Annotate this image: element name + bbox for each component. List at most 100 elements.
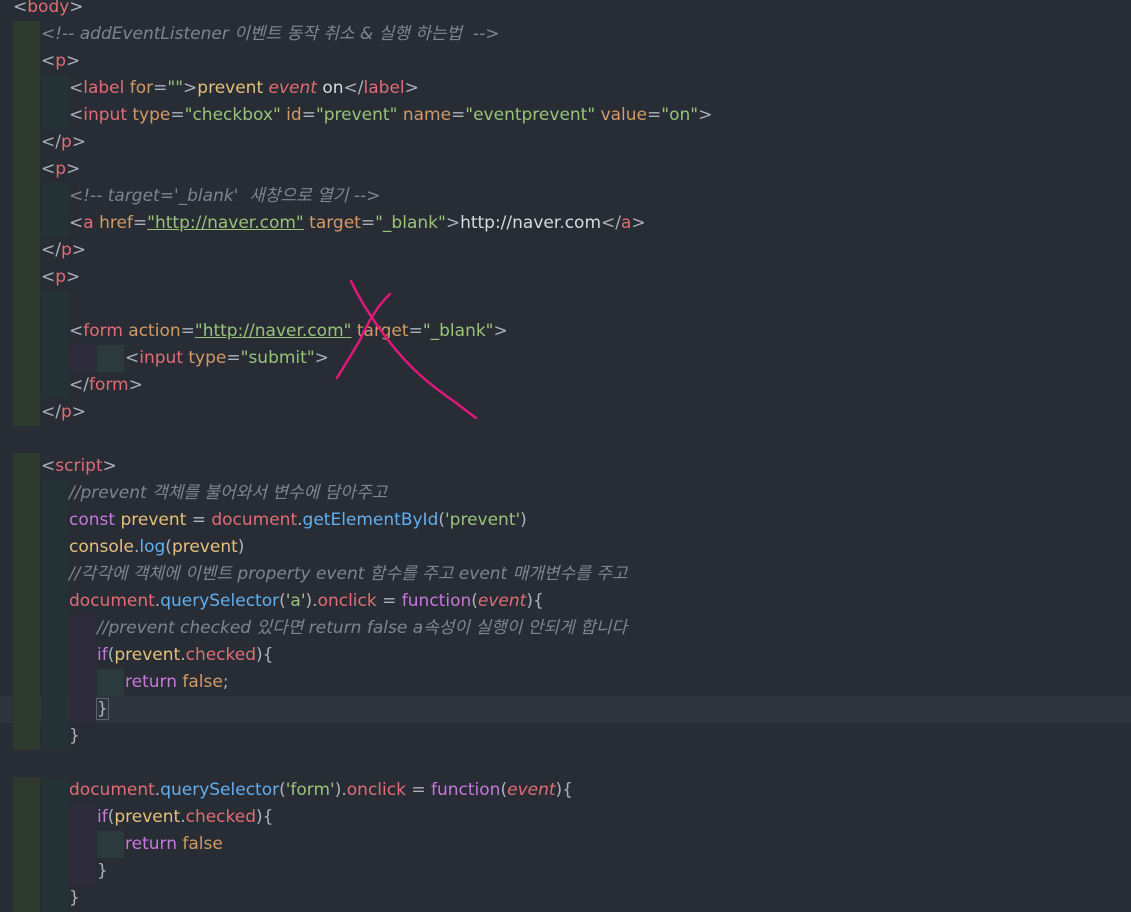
code-text: </p></p>: [41, 240, 87, 260]
indent-guide: [41, 507, 68, 534]
indent-guide: [13, 237, 40, 264]
code-text: </p></p>: [41, 132, 87, 152]
code-line[interactable]: </form></form>: [0, 372, 1131, 399]
code-line[interactable]: //prevent checked 있다면 return false a속성이 …: [0, 615, 1131, 642]
indent-guide: [13, 183, 40, 210]
indent-guide: [13, 588, 40, 615]
code-line[interactable]: <!-- addEventListener 이벤트 동작 취소 & 실행 하는법…: [0, 21, 1131, 48]
code-line[interactable]: return false;return false;: [0, 669, 1131, 696]
code-line[interactable]: <p><p>: [0, 264, 1131, 291]
code-line[interactable]: document.querySelector('form').onclick =…: [0, 777, 1131, 804]
code-line[interactable]: }}: [0, 858, 1131, 885]
code-text: }}: [96, 698, 109, 720]
indent-guide: [13, 75, 40, 102]
indent-guide: [41, 804, 68, 831]
code-line[interactable]: <p><p>: [0, 156, 1131, 183]
code-text: <input type="submit"><input type="submit…: [125, 348, 329, 368]
indent-guide: [41, 858, 68, 885]
indent-guide: [41, 372, 68, 399]
indent-guide: [13, 534, 40, 561]
indent-guide: [13, 291, 40, 318]
code-text: <form action="http://naver.com" target="…: [69, 321, 508, 341]
code-text: return false;return false;: [125, 672, 229, 692]
code-line[interactable]: </p></p>: [0, 399, 1131, 426]
indent-guide: [41, 588, 68, 615]
code-line[interactable]: <p><p>: [0, 48, 1131, 75]
code-line[interactable]: </p></p>: [0, 129, 1131, 156]
code-line[interactable]: [0, 426, 1131, 453]
code-text: //prevent 객체를 불어와서 변수에 담아주고//prevent 객체를…: [69, 483, 388, 503]
indent-guide: [69, 345, 96, 372]
code-line[interactable]: <label for="">prevent event on</label><l…: [0, 75, 1131, 102]
indent-guide: [97, 669, 124, 696]
code-text: }}: [97, 861, 108, 881]
indent-guide: [13, 669, 40, 696]
indent-guide: [41, 885, 68, 912]
indent-guide: [41, 534, 68, 561]
indent-guide: [13, 696, 40, 723]
indent-guide: [41, 183, 68, 210]
code-line[interactable]: <a href="http://naver.com" target="_blan…: [0, 210, 1131, 237]
indent-guide: [13, 507, 40, 534]
indent-guide: [41, 723, 68, 750]
indent-guide: [41, 480, 68, 507]
indent-guide: [13, 399, 40, 426]
code-line[interactable]: <body><body>: [0, 0, 1131, 21]
code-line[interactable]: <form action="http://naver.com" target="…: [0, 318, 1131, 345]
indent-guide: [13, 642, 40, 669]
indent-guide: [13, 777, 40, 804]
code-text: }}: [69, 726, 80, 746]
code-line[interactable]: if(prevent.checked){if(prevent.checked){: [0, 642, 1131, 669]
indent-guide: [13, 345, 40, 372]
code-text: //prevent checked 있다면 return false a속성이 …: [97, 618, 628, 638]
indent-guide: [13, 318, 40, 345]
indent-guide: [13, 129, 40, 156]
code-line[interactable]: <script><script>: [0, 453, 1131, 480]
code-text: <!-- target='_blank' 새창으로 열기 --><!-- tar…: [69, 186, 381, 206]
code-line[interactable]: <!-- target='_blank' 새창으로 열기 --><!-- tar…: [0, 183, 1131, 210]
indent-guide: [69, 831, 96, 858]
indent-guide: [69, 696, 96, 723]
indent-guide: [13, 831, 40, 858]
indent-guide: [13, 453, 40, 480]
code-text: <p><p>: [41, 267, 81, 287]
code-line[interactable]: //prevent 객체를 불어와서 변수에 담아주고//prevent 객체를…: [0, 480, 1131, 507]
indent-guide: [13, 210, 40, 237]
indent-guide: [13, 264, 40, 291]
code-text: }}: [69, 888, 80, 908]
code-line[interactable]: }}: [0, 885, 1131, 912]
indent-guide: [41, 696, 68, 723]
code-line[interactable]: }}: [0, 696, 1131, 723]
indent-guide: [97, 831, 124, 858]
code-text: <input type="checkbox" id="prevent" name…: [69, 105, 713, 125]
code-line[interactable]: <input type="checkbox" id="prevent" name…: [0, 102, 1131, 129]
code-line[interactable]: return falsereturn false: [0, 831, 1131, 858]
code-text: if(prevent.checked){if(prevent.checked){: [97, 807, 274, 827]
code-line[interactable]: const prevent = document.getElementById(…: [0, 507, 1131, 534]
code-text: console.log(prevent)console.log(prevent): [69, 537, 245, 557]
indent-guide: [69, 642, 96, 669]
code-line[interactable]: [0, 750, 1131, 777]
indent-guide: [13, 102, 40, 129]
code-line[interactable]: //각각에 객체에 이벤트 property event 함수를 주고 even…: [0, 561, 1131, 588]
code-text: </form></form>: [69, 375, 143, 395]
indent-guide: [13, 156, 40, 183]
code-text: //각각에 객체에 이벤트 property event 함수를 주고 even…: [69, 564, 628, 584]
indent-guide: [13, 615, 40, 642]
code-text: document.querySelector('a').onclick = fu…: [69, 591, 544, 611]
code-text: <p><p>: [41, 51, 81, 71]
code-line[interactable]: console.log(prevent)console.log(prevent): [0, 534, 1131, 561]
code-line[interactable]: }}: [0, 723, 1131, 750]
code-text: const prevent = document.getElementById(…: [69, 510, 527, 530]
code-text: <label for="">prevent event on</label><l…: [69, 78, 419, 98]
code-line[interactable]: if(prevent.checked){if(prevent.checked){: [0, 804, 1131, 831]
indent-guide: [41, 561, 68, 588]
code-line[interactable]: </p></p>: [0, 237, 1131, 264]
code-editor[interactable]: <body><body> <!-- addEventListener 이벤트 동작…: [0, 0, 1131, 912]
code-line[interactable]: document.querySelector('a').onclick = fu…: [0, 588, 1131, 615]
code-text: <!-- addEventListener 이벤트 동작 취소 & 실행 하는법…: [41, 24, 500, 44]
indent-guide: [13, 372, 40, 399]
code-line[interactable]: [0, 291, 1131, 318]
code-line[interactable]: <input type="submit"><input type="submit…: [0, 345, 1131, 372]
indent-guide: [13, 858, 40, 885]
